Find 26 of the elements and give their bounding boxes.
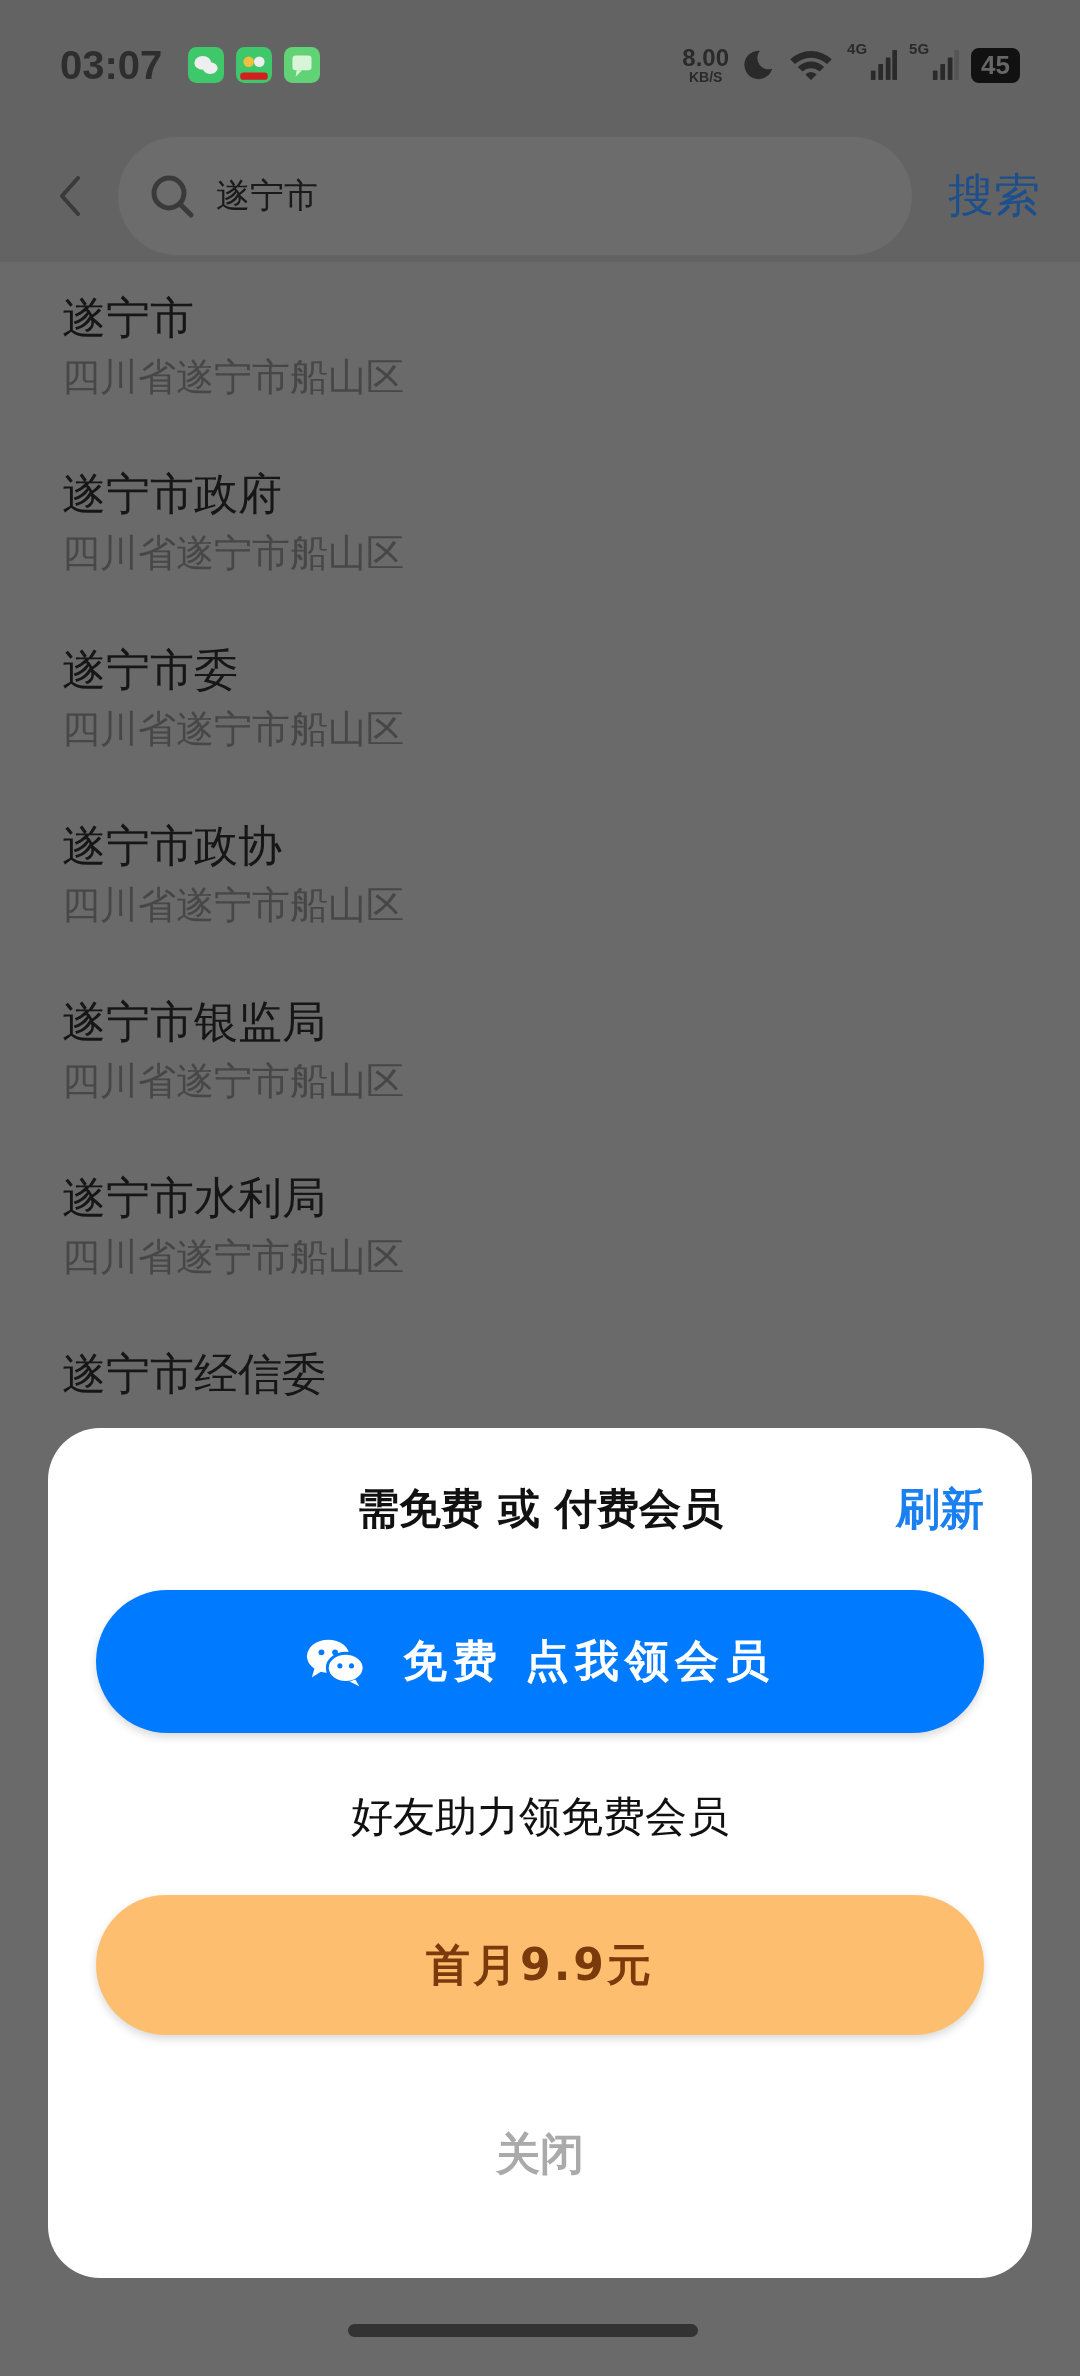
signal-icon: [869, 48, 898, 82]
free-membership-button[interactable]: 免费 点我领会员: [96, 1590, 984, 1733]
home-indicator[interactable]: [348, 2324, 698, 2337]
result-title[interactable]: 遂宁市政府: [62, 462, 1018, 526]
network-type: 4G: [847, 40, 868, 57]
app-icon: [236, 47, 273, 83]
network-speed: 8.00: [682, 46, 730, 70]
paid-membership-button[interactable]: 首月9.9元: [96, 1895, 984, 2035]
battery-level: 45: [971, 47, 1020, 83]
result-title[interactable]: 遂宁市水利局: [62, 1166, 1018, 1230]
result-title[interactable]: 遂宁市委: [62, 638, 1018, 702]
refresh-button[interactable]: 刷新: [896, 1479, 984, 1539]
invite-hint[interactable]: 好友助力领免费会员: [351, 1789, 729, 1845]
result-title[interactable]: 遂宁市: [62, 286, 1018, 350]
chat-app-icon: [188, 47, 225, 83]
result-title[interactable]: 遂宁市经信委: [62, 1342, 1018, 1406]
network-type: 5G: [909, 40, 930, 57]
result-title[interactable]: 遂宁市银监局: [62, 990, 1018, 1054]
close-button[interactable]: 关闭: [496, 2125, 584, 2184]
signal-icon: [931, 48, 960, 82]
result-title[interactable]: 遂宁市政协: [62, 814, 1018, 878]
dialog-title: 需免费 或 付费会员: [357, 1483, 723, 1535]
message-app-icon: [284, 47, 321, 83]
back-icon[interactable]: [58, 174, 82, 218]
search-field[interactable]: 遂宁市: [118, 137, 912, 255]
speed-unit: KB/S: [688, 70, 723, 84]
